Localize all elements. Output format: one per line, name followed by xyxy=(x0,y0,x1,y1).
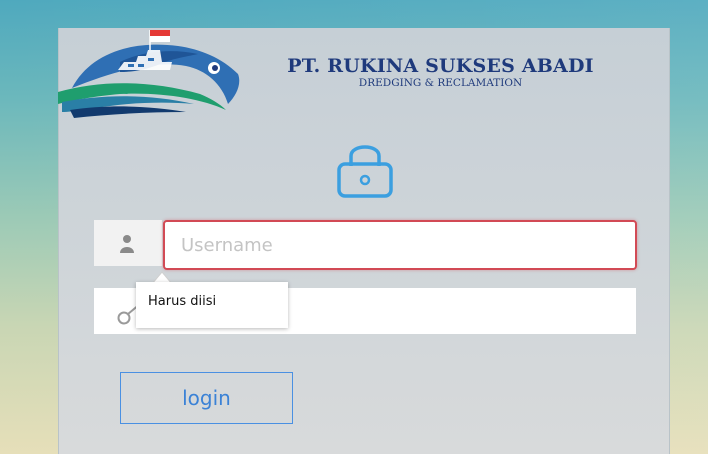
username-input[interactable] xyxy=(163,220,637,270)
username-icon-box xyxy=(94,220,162,266)
company-name: PT. RUKINA SUKSES ABADI xyxy=(287,55,594,77)
company-branding: PT. RUKINA SUKSES ABADI DREDGING & RECLA… xyxy=(268,55,613,89)
company-tagline: DREDGING & RECLAMATION xyxy=(358,77,523,89)
validation-tooltip: Harus diisi xyxy=(136,282,288,328)
ship-logo-icon xyxy=(58,30,240,118)
lock-icon xyxy=(337,145,393,198)
login-button[interactable]: login xyxy=(120,372,293,424)
tooltip-text: Harus diisi xyxy=(148,294,217,309)
user-icon xyxy=(120,235,134,253)
